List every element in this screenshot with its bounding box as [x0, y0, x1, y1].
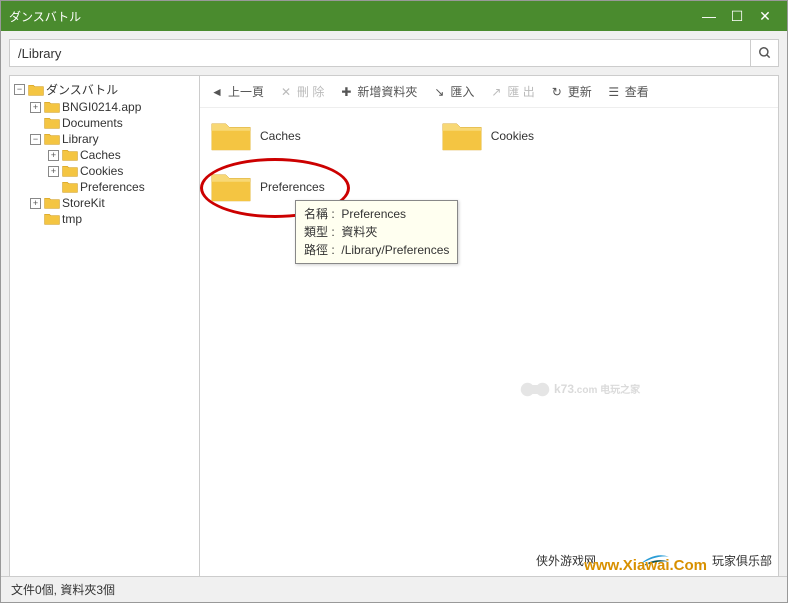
folder-icon — [44, 132, 60, 146]
refresh-button[interactable]: ↻ 更新 — [550, 83, 592, 100]
folder-icon — [62, 148, 78, 162]
collapse-icon[interactable]: − — [14, 84, 25, 95]
view-icon: ☰ — [607, 85, 621, 99]
newfolder-label: 新增資料夾 — [357, 83, 417, 100]
toolbar: ◄ 上一頁 ✕ 刪 除 ✚ 新增資料夾 ↘ 匯入 ↗ 匯 出 ↻ 更新 — [200, 76, 778, 108]
tree-label: Library — [62, 132, 99, 146]
folder-icon — [62, 164, 78, 178]
refresh-icon: ↻ — [550, 85, 564, 99]
pathbar — [9, 39, 779, 67]
tree-item-tmp[interactable]: tmp — [12, 211, 197, 227]
tree-item-cookies[interactable]: + Cookies — [12, 163, 197, 179]
tree-label: Caches — [80, 148, 121, 162]
refresh-label: 更新 — [568, 83, 592, 100]
folder-icon — [44, 196, 60, 210]
import-label: 匯入 — [450, 83, 474, 100]
window-title: ダンスバトル — [9, 8, 695, 25]
search-button[interactable] — [750, 39, 778, 67]
newfolder-button[interactable]: ✚ 新增資料夾 — [339, 83, 417, 100]
watermark-k73: k73.com 电玩之家 — [520, 378, 640, 398]
expand-icon[interactable]: + — [30, 102, 41, 113]
tree-item-caches[interactable]: + Caches — [12, 147, 197, 163]
window-controls: — ☐ ✕ — [695, 6, 779, 26]
folder-cookies[interactable]: Cookies — [441, 118, 534, 154]
delete-label: 刪 除 — [297, 83, 324, 100]
export-button[interactable]: ↗ 匯 出 — [489, 83, 534, 100]
statusbar: 文件0個, 資料夾3個 — [1, 576, 787, 602]
back-button[interactable]: ◄ 上一頁 — [210, 83, 264, 100]
expand-icon[interactable]: + — [48, 166, 59, 177]
tree-label: Documents — [62, 116, 123, 130]
tree-item-storekit[interactable]: + StoreKit — [12, 195, 197, 211]
expand-icon[interactable]: + — [30, 198, 41, 209]
status-text: 文件0個, 資料夾3個 — [11, 581, 115, 598]
tree-item-documents[interactable]: Documents — [12, 115, 197, 131]
folder-icon — [210, 169, 252, 205]
tree-item-preferences[interactable]: Preferences — [12, 179, 197, 195]
close-button[interactable]: ✕ — [751, 6, 779, 26]
minimize-button[interactable]: — — [695, 6, 723, 26]
controller-icon — [520, 378, 550, 398]
tree-item-root[interactable]: − ダンスバトル — [12, 80, 197, 99]
tree-item-bngi[interactable]: + BNGI0214.app — [12, 99, 197, 115]
folder-icon — [44, 100, 60, 114]
tree-label: ダンスバトル — [46, 81, 118, 98]
view-label: 查看 — [625, 83, 649, 100]
folder-label: Cookies — [491, 129, 534, 143]
tree-label: BNGI0214.app — [62, 100, 141, 114]
watermark-xiawai: www.Xiawai.Com — [584, 557, 707, 574]
import-button[interactable]: ↘ 匯入 — [432, 83, 474, 100]
titlebar: ダンスバトル — ☐ ✕ — [1, 1, 787, 31]
back-arrow-icon: ◄ — [210, 85, 224, 99]
folder-icon — [62, 180, 78, 194]
collapse-icon[interactable]: − — [30, 134, 41, 145]
folder-icon — [441, 118, 483, 154]
back-label: 上一頁 — [228, 83, 264, 100]
tree-label: StoreKit — [62, 196, 105, 210]
tree-label: Cookies — [80, 164, 123, 178]
search-icon — [758, 46, 772, 60]
file-grid[interactable]: Caches Cookies Preferences 名稱 : Preferen… — [200, 108, 778, 594]
view-button[interactable]: ☰ 查看 — [607, 83, 649, 100]
tree-label: tmp — [62, 212, 82, 226]
delete-button[interactable]: ✕ 刪 除 — [279, 83, 324, 100]
path-input[interactable] — [10, 40, 750, 66]
folder-label: Caches — [260, 129, 301, 143]
export-label: 匯 出 — [507, 83, 534, 100]
import-icon: ↘ — [432, 85, 446, 99]
export-icon: ↗ — [489, 85, 503, 99]
content: ◄ 上一頁 ✕ 刪 除 ✚ 新增資料夾 ↘ 匯入 ↗ 匯 出 ↻ 更新 — [200, 76, 778, 594]
folder-label: Preferences — [260, 180, 325, 194]
folder-caches[interactable]: Caches — [210, 118, 301, 154]
main: − ダンスバトル + BNGI0214.app Documents − Libr… — [9, 75, 779, 595]
maximize-button[interactable]: ☐ — [723, 6, 751, 26]
sidebar-tree[interactable]: − ダンスバトル + BNGI0214.app Documents − Libr… — [10, 76, 200, 594]
watermark-text-2: 玩家俱乐部 — [712, 552, 772, 569]
expand-icon[interactable]: + — [48, 150, 59, 161]
folder-icon — [210, 118, 252, 154]
newfolder-icon: ✚ — [339, 85, 353, 99]
tree-item-library[interactable]: − Library — [12, 131, 197, 147]
tooltip: 名稱 : Preferences 類型 : 資料夾 路徑 : /Library/… — [295, 200, 458, 264]
delete-icon: ✕ — [279, 85, 293, 99]
folder-icon — [44, 212, 60, 226]
tree-label: Preferences — [80, 180, 145, 194]
folder-icon — [44, 116, 60, 130]
folder-icon — [28, 83, 44, 97]
